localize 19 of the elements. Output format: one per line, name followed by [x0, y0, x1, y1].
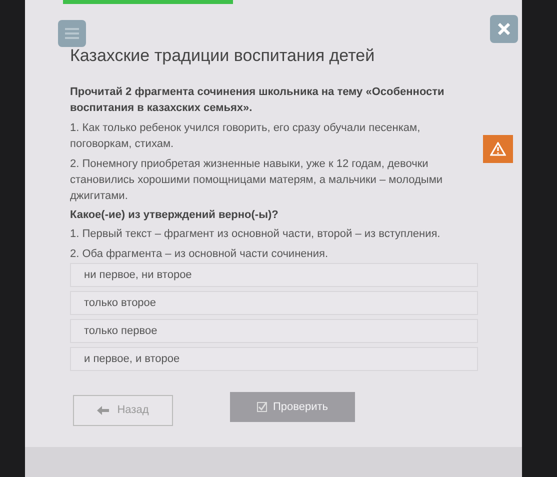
close-icon	[498, 23, 510, 35]
answer-option[interactable]: и первое, и второе	[70, 347, 478, 371]
checkbox-icon	[256, 402, 267, 412]
arrow-left-icon	[97, 406, 110, 415]
answer-option[interactable]: только первое	[70, 319, 478, 343]
statement-text: 1. Первый текст – фрагмент из основной части, второй – из вступления.	[70, 227, 442, 242]
question-text: Какое(-ие) из утверждений верно(-ы)?	[70, 208, 280, 223]
fragment-text: 2. Понемногу приобретая жизненные навыки, уже к 12 годам, девочки становились хорошими помощницами матерям, а мальчики – молодыми джигитами.	[70, 157, 444, 204]
page-title: Казахские традиции воспитания детей	[70, 45, 376, 67]
report-button[interactable]	[483, 135, 513, 163]
warning-icon	[490, 142, 506, 156]
answer-option[interactable]: ни первое, ни второе	[70, 263, 478, 287]
menu-icon	[65, 28, 79, 39]
menu-button[interactable]	[58, 20, 86, 47]
statement-text: 2. Оба фрагмента – из основной части сочинения.	[70, 247, 330, 262]
close-button[interactable]	[490, 15, 518, 43]
fragment-text: 1. Как только ребенок учился говорить, его сразу обучали песенкам, поговоркам, стихам.	[70, 121, 422, 152]
task-text: Прочитай 2 фрагмента сочинения школьника на тему «Особенности воспитания в казахских семьях».	[70, 85, 446, 116]
answer-option[interactable]: только второе	[70, 291, 478, 315]
